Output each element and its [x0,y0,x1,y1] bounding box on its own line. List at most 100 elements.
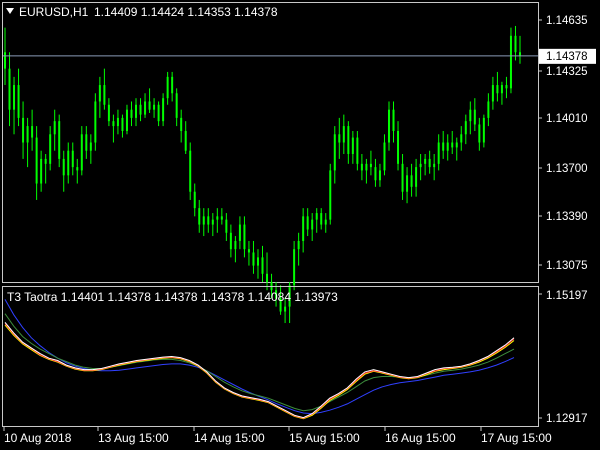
candle-body [406,175,409,192]
candle-body [234,240,237,250]
symbol-label: EURUSD,H1 [19,5,89,19]
candle-body [112,121,115,127]
candle-body [374,167,377,181]
candle-body [482,117,485,143]
candle-body [44,158,47,164]
candle-body [49,134,52,164]
candle-body [220,216,223,220]
candle-body [243,224,246,250]
time-axis-label: 13 Aug 15:00 [98,431,169,445]
candle-body [505,85,508,89]
candle-body [365,163,368,171]
candle-body [67,150,70,176]
candle-body [284,306,287,312]
candle-body [125,109,128,132]
candle-body [4,52,6,69]
candle-body [496,85,499,94]
candle-body [500,85,503,94]
candle-body [53,121,56,135]
time-axis-label: 17 Aug 15:00 [481,431,552,445]
candle-body [410,175,413,187]
candle-body [207,216,210,225]
candle-body [469,109,472,122]
candle-body [58,121,61,159]
time-axis-label: 10 Aug 2018 [4,431,72,445]
ohlc-values: 1.14409 1.14424 1.14353 1.14378 [94,5,278,19]
time-axis-label: 14 Aug 15:00 [194,431,265,445]
candle [189,142,192,200]
candle-body [356,137,359,164]
candle-body [378,170,381,181]
indicator-axis-label: 1.15197 [546,290,588,302]
chart-window[interactable]: EURUSD,H1 1.14409 1.14424 1.14353 1.1437… [0,0,600,450]
price-axis-label: 1.13075 [546,260,588,272]
candle-body [383,142,386,171]
price-axis-label: 1.13390 [546,211,588,223]
candle-body [107,104,110,122]
candle-body [256,257,259,266]
candle-body [401,163,404,192]
candle-body [397,131,400,164]
candle [482,114,485,148]
candle-body [98,85,101,102]
candle-body [175,93,178,118]
candle-body [135,104,138,118]
candle-body [162,98,165,122]
current-price-label: 1.14378 [546,51,588,63]
candle-body [315,213,318,220]
candle-body [297,240,300,250]
candle-body [442,142,445,151]
candle-body [171,76,174,94]
price-axis-label: 1.14010 [546,113,588,125]
candle-body [473,109,476,125]
candle-body [514,35,517,53]
candle-body [211,219,214,225]
candle-body [306,216,309,230]
candle-body [198,208,201,225]
candle-body [157,104,160,122]
candle-body [424,158,427,164]
candle-body [40,158,43,184]
candle-body [491,85,494,102]
candle [162,93,165,127]
price-axis-label: 1.14635 [546,15,588,27]
candle-body [94,101,97,143]
candle-body [324,219,327,225]
candle-body [320,213,323,225]
candle-body [428,158,431,168]
candle-body [216,216,219,220]
candle-body [238,224,241,241]
candle-body [369,163,372,168]
candle-body [153,104,156,110]
candle-body [360,163,363,171]
candle-body [247,249,250,253]
candle-body [103,85,106,105]
candle-body [71,150,74,168]
candle-body [89,142,92,151]
candle-body [17,85,20,118]
candle-body [455,142,458,148]
candle-body [333,134,336,171]
candle-body [311,219,314,230]
candle-body [13,85,16,110]
candle-body [166,76,169,99]
candle-body [419,163,422,168]
candle-body [184,131,187,151]
candle-body [31,126,34,138]
candle-body [392,109,395,132]
candle-body [85,134,88,151]
candle [329,163,332,225]
candle-body [252,252,255,266]
candle-body [189,150,192,192]
time-axis-label: 16 Aug 15:00 [385,431,456,445]
candle-body [487,101,490,118]
time-axis-label: 15 Aug 15:00 [289,431,360,445]
candle-body [180,117,183,132]
candle-body [193,191,196,209]
candle [94,93,97,151]
candle-body [8,68,11,110]
candle-body [144,101,147,115]
candle-body [130,109,133,118]
candle [509,27,512,94]
candle-body [437,142,440,164]
